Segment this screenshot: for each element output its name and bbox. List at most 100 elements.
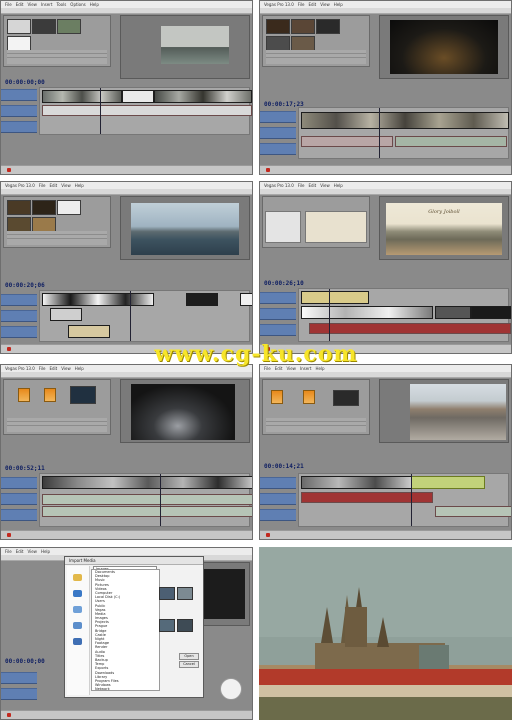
video-clip[interactable]: [42, 90, 122, 103]
transport-bar[interactable]: [1, 530, 252, 539]
video-clip[interactable]: [240, 293, 252, 306]
record-button[interactable]: [266, 168, 270, 172]
media-thumb[interactable]: [7, 19, 31, 34]
vlc-cone-icon[interactable]: [303, 390, 315, 404]
libraries-icon[interactable]: [73, 606, 82, 613]
record-button[interactable]: [7, 168, 11, 172]
video-clip[interactable]: [411, 476, 485, 489]
timeline[interactable]: [298, 288, 511, 342]
media-panel[interactable]: [262, 379, 370, 435]
media-panel[interactable]: [3, 379, 111, 435]
video-clip[interactable]: [186, 293, 218, 306]
track-header-audio[interactable]: [260, 493, 296, 505]
track-header-audio[interactable]: [1, 493, 37, 505]
toolbar[interactable]: [1, 8, 252, 14]
record-button[interactable]: [7, 533, 11, 537]
video-clip[interactable]: [42, 476, 252, 489]
video-clip[interactable]: [301, 112, 509, 129]
audio-clip[interactable]: [301, 492, 433, 503]
track-header-video[interactable]: [260, 292, 296, 304]
file-thumb[interactable]: [159, 587, 175, 600]
vlc-cone-icon[interactable]: [271, 390, 283, 404]
track-header-audio[interactable]: [1, 688, 37, 700]
audio-clip[interactable]: [42, 494, 252, 505]
cancel-button[interactable]: Cancel: [179, 661, 199, 668]
playhead[interactable]: [379, 108, 380, 158]
audio-clip[interactable]: [395, 136, 507, 147]
video-clip[interactable]: [68, 325, 110, 338]
audio-clip[interactable]: [42, 506, 252, 517]
track-header-audio[interactable]: [260, 143, 296, 155]
vlc-cone-icon[interactable]: [44, 388, 56, 402]
track-header-video[interactable]: [1, 477, 37, 489]
toolbar[interactable]: [260, 372, 511, 378]
titles-panel[interactable]: [262, 196, 370, 248]
track-header-video[interactable]: [260, 308, 296, 320]
media-thumb[interactable]: [316, 19, 340, 34]
transport-bar[interactable]: [1, 710, 252, 719]
timeline[interactable]: [39, 473, 252, 527]
media-thumb[interactable]: [57, 19, 81, 34]
file-thumb[interactable]: [159, 619, 175, 632]
media-thumb[interactable]: [291, 19, 315, 34]
track-header-audio[interactable]: [1, 509, 37, 521]
media-thumb[interactable]: [291, 36, 315, 51]
vlc-cone-icon[interactable]: [18, 388, 30, 402]
track-header-audio[interactable]: [260, 509, 296, 521]
record-button[interactable]: [7, 713, 11, 717]
media-thumb[interactable]: [70, 386, 96, 404]
track-header-video[interactable]: [260, 111, 296, 123]
media-thumb[interactable]: [32, 200, 56, 215]
timeline[interactable]: [298, 473, 511, 527]
media-panel[interactable]: [262, 15, 370, 67]
playhead[interactable]: [130, 291, 131, 341]
record-button[interactable]: [266, 533, 270, 537]
file-thumb[interactable]: [177, 587, 193, 600]
video-clip[interactable]: [122, 90, 154, 103]
open-button[interactable]: Open: [179, 653, 199, 660]
video-clip[interactable]: [471, 306, 511, 319]
media-thumb[interactable]: [32, 217, 56, 232]
video-clip[interactable]: [435, 306, 471, 319]
toolbar[interactable]: [260, 189, 511, 195]
audio-clip[interactable]: [42, 105, 252, 116]
desktop-icon[interactable]: [73, 590, 82, 597]
video-clip[interactable]: [301, 476, 413, 489]
timeline[interactable]: [298, 107, 509, 159]
track-header-audio[interactable]: [1, 326, 37, 338]
media-thumb[interactable]: [266, 19, 290, 34]
transport-bar[interactable]: [1, 165, 252, 174]
audio-clip[interactable]: [309, 323, 511, 334]
playhead[interactable]: [411, 474, 412, 526]
playhead[interactable]: [100, 88, 101, 134]
video-clip[interactable]: [301, 291, 369, 304]
title-list[interactable]: [265, 211, 301, 243]
video-clip[interactable]: [301, 306, 433, 319]
computer-icon[interactable]: [73, 622, 82, 629]
toolbar[interactable]: [1, 372, 252, 378]
media-thumb[interactable]: [7, 36, 31, 51]
toolbar[interactable]: [260, 8, 511, 14]
file-thumb[interactable]: [177, 619, 193, 632]
playhead[interactable]: [329, 289, 330, 341]
track-header-video[interactable]: [1, 294, 37, 306]
track-header-video[interactable]: [1, 672, 37, 684]
recent-places-icon[interactable]: [73, 574, 82, 581]
network-icon[interactable]: [73, 638, 82, 645]
track-header-audio[interactable]: [260, 324, 296, 336]
track-header-audio[interactable]: [1, 105, 37, 117]
track-header-video[interactable]: [1, 310, 37, 322]
media-thumb[interactable]: [7, 217, 31, 232]
track-header-video[interactable]: [260, 477, 296, 489]
timeline[interactable]: [39, 87, 252, 135]
transport-bar[interactable]: [260, 165, 511, 174]
playhead[interactable]: [160, 474, 161, 526]
timeline[interactable]: [39, 290, 252, 342]
track-header-audio[interactable]: [1, 121, 37, 133]
title-preview-thumb[interactable]: [305, 211, 367, 243]
media-panel[interactable]: [3, 196, 111, 248]
media-thumb[interactable]: [32, 19, 56, 34]
places-bar[interactable]: [67, 566, 90, 695]
transport-bar[interactable]: [260, 530, 511, 539]
video-clip[interactable]: [154, 90, 252, 103]
